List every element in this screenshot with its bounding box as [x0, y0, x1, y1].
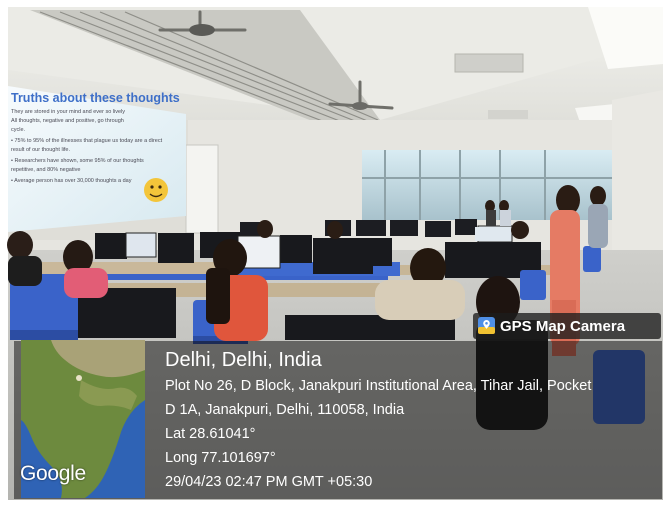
longitude: Long 77.101697° [165, 450, 276, 466]
gps-camera-logo-icon [478, 317, 495, 334]
gps-map-camera-badge: GPS Map Camera [473, 313, 661, 339]
slide-title: Truths about these thoughts [11, 91, 180, 105]
address-line-1: Plot No 26, D Block, Janakpuri Instituti… [165, 378, 592, 394]
address-line-2: D 1A, Janakpuri, Delhi, 110058, India [165, 402, 405, 418]
google-logo: Google [20, 462, 86, 485]
gps-badge-label: GPS Map Camera [500, 318, 626, 335]
slide-line: All thoughts, negative and positive, go … [11, 118, 124, 124]
photo-frame: Truths about these thoughts They are sto… [0, 0, 667, 505]
slide-line: • 75% to 95% of the illnesses that plagu… [11, 138, 163, 144]
location-place: Delhi, Delhi, India [165, 349, 322, 371]
slide-line: repetitive, and 80% negative [11, 167, 81, 173]
slide-line: result of our thought life. [11, 147, 71, 153]
slide-line: • Researchers have shown, some 95% of ou… [11, 158, 144, 164]
location-details: Delhi, Delhi, India Plot No 26, D Block,… [165, 346, 591, 494]
projected-slide: Truths about these thoughts They are sto… [8, 86, 186, 232]
slide-line: cycle. [11, 127, 26, 133]
slide-line: • Average person has over 30,000 thought… [11, 178, 132, 184]
slide-line: They are stored in your mind and ever so… [11, 109, 126, 115]
timestamp: 29/04/23 02:47 PM GMT +05:30 [165, 474, 373, 490]
latitude: Lat 28.61041° [165, 426, 256, 442]
